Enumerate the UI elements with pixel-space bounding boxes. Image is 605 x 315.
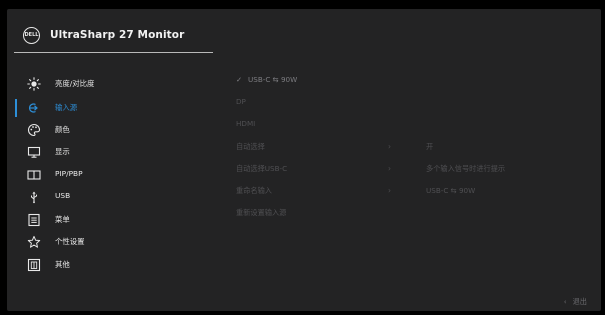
exit-label: 退出	[572, 297, 587, 306]
menu-item-brightness-contrast[interactable]: 亮度/对比度	[7, 75, 207, 93]
input-option-auto-select[interactable]: 自动选择	[236, 142, 265, 152]
info-icon	[27, 258, 41, 272]
menu-label: 输入源	[55, 103, 78, 112]
input-option-reset[interactable]: 重新设置输入源	[236, 208, 286, 218]
chevron-right-icon: ›	[388, 186, 391, 195]
menu-item-color[interactable]: 颜色	[7, 121, 207, 139]
input-option-dp[interactable]: DP	[236, 97, 246, 106]
brightness-icon	[27, 77, 41, 91]
menu-icon	[28, 213, 40, 227]
menu-item-pip-pbp[interactable]: PIP/PBP	[7, 166, 207, 184]
menu-label: 个性设置	[55, 237, 85, 246]
menu-label: PIP/PBP	[55, 169, 83, 178]
chevron-right-icon: ›	[388, 142, 391, 151]
exit-button[interactable]: ‹ 退出	[564, 297, 587, 307]
input-option-auto-select-usbc[interactable]: 自动选择USB-C	[236, 164, 287, 174]
menu-label: 亮度/对比度	[55, 79, 95, 88]
monitor-title: UltraSharp 27 Monitor	[50, 29, 185, 41]
chevron-right-icon: ›	[388, 164, 391, 173]
input-option-hdmi[interactable]: HDMI	[236, 119, 255, 128]
menu-label: USB	[55, 191, 71, 200]
rename-value: USB-C ⇆ 90W	[426, 186, 476, 195]
dell-logo: DELL	[23, 27, 40, 44]
header-divider	[14, 52, 213, 53]
menu-item-display[interactable]: 显示	[7, 143, 207, 161]
chevron-left-icon: ‹	[563, 297, 567, 306]
menu-item-input-source[interactable]: 输入源	[7, 99, 207, 117]
osd-panel: DELL UltraSharp 27 Monitor 亮度/对比度 输入源 颜色…	[7, 9, 601, 311]
menu-label: 其他	[55, 260, 70, 269]
menu-item-usb[interactable]: USB	[7, 188, 207, 206]
input-option-usbc[interactable]: ✓ USB-C ⇆ 90W	[236, 75, 297, 84]
monitor-osd: DELL UltraSharp 27 Monitor 亮度/对比度 输入源 颜色…	[0, 0, 605, 315]
menu-item-menu[interactable]: 菜单	[7, 211, 207, 229]
usb-icon	[31, 191, 37, 204]
auto-select-value: 开	[426, 142, 434, 151]
color-palette-icon	[28, 123, 41, 137]
input-option-rename[interactable]: 重命名输入	[236, 186, 272, 196]
menu-label: 显示	[55, 147, 70, 156]
menu-label: 颜色	[55, 125, 70, 134]
menu-item-others[interactable]: 其他	[7, 256, 207, 274]
star-icon	[27, 235, 41, 248]
check-icon: ✓	[236, 75, 243, 84]
option-label: USB-C ⇆ 90W	[248, 75, 298, 84]
pip-pbp-icon	[27, 170, 41, 180]
input-source-icon	[28, 103, 38, 113]
auto-select-usbc-value: 多个输入信号时进行提示	[426, 164, 506, 173]
menu-label: 菜单	[55, 215, 70, 224]
menu-item-personalize[interactable]: 个性设置	[7, 233, 207, 251]
osd-header: DELL UltraSharp 27 Monitor	[7, 9, 601, 53]
display-icon	[27, 146, 41, 158]
